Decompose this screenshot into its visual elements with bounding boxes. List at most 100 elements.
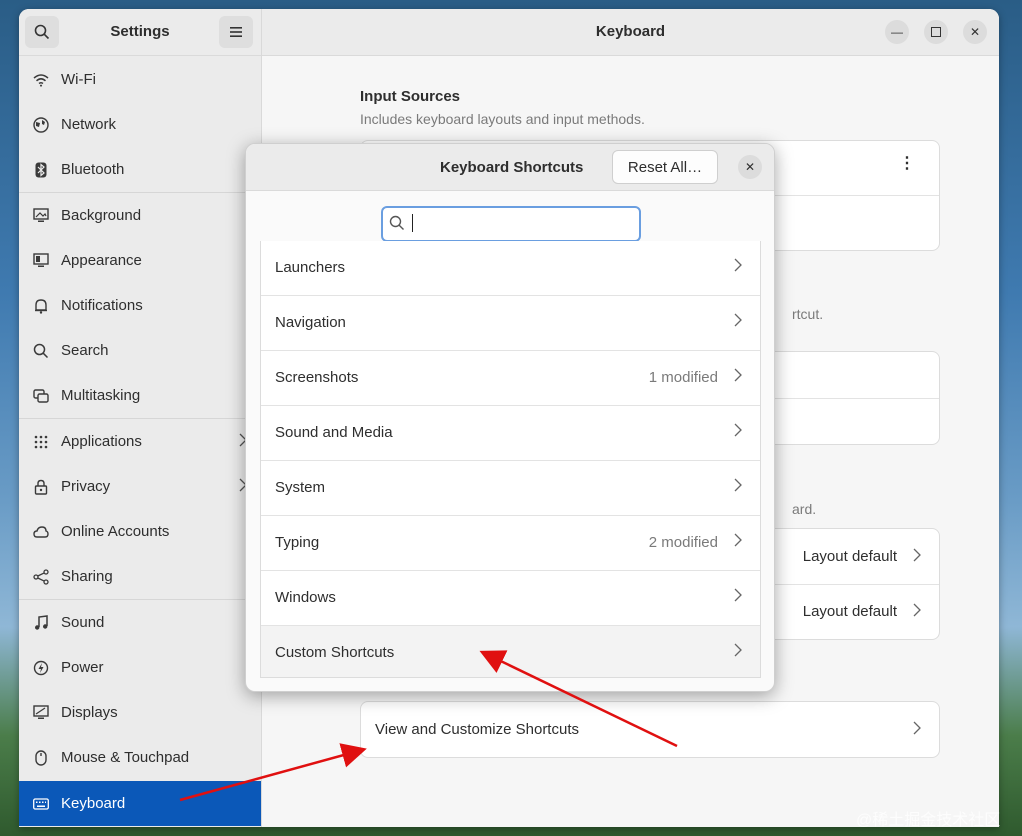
- dialog-header: Keyboard Shortcuts Reset All… ✕: [246, 144, 774, 191]
- category-label: Sound and Media: [275, 424, 393, 441]
- chevron-right-icon: [734, 588, 742, 606]
- search-icon: [32, 342, 50, 360]
- category-launchers[interactable]: Launchers: [261, 241, 760, 296]
- sidebar-item-label: Power: [61, 659, 104, 676]
- category-label: System: [275, 479, 326, 496]
- dialog-close-button[interactable]: ✕: [738, 155, 762, 179]
- sidebar-item-displays[interactable]: Displays: [19, 690, 261, 735]
- dialog-title: Keyboard Shortcuts: [440, 159, 584, 176]
- hamburger-menu-icon: [230, 27, 242, 37]
- modified-count: 1 modified: [648, 369, 718, 386]
- wifi-icon: [32, 71, 50, 89]
- sidebar-item-label: Sharing: [61, 568, 113, 585]
- music-note-icon: [32, 614, 50, 632]
- sidebar-item-sharing[interactable]: Sharing: [19, 554, 261, 599]
- lock-icon: [32, 478, 50, 496]
- minimize-button[interactable]: —: [885, 20, 909, 44]
- partial-description-2: ard.: [792, 501, 817, 517]
- sidebar-item-power[interactable]: Power: [19, 645, 261, 690]
- sidebar-item-label: Multitasking: [61, 387, 141, 404]
- power-icon: [32, 659, 50, 677]
- chevron-right-icon: [734, 643, 742, 661]
- close-icon: ✕: [744, 160, 756, 174]
- partial-description-1: rtcut.: [792, 306, 824, 322]
- category-label: Windows: [275, 589, 336, 606]
- sidebar-item-applications[interactable]: Applications: [19, 419, 261, 464]
- more-options-icon[interactable]: ⋮: [899, 156, 915, 172]
- sidebar-item-mouse-touchpad[interactable]: Mouse & Touchpad: [19, 735, 261, 780]
- text-cursor: [412, 214, 414, 232]
- grid-icon: [32, 433, 50, 451]
- chevron-right-icon: [734, 258, 742, 276]
- category-sound-and-media[interactable]: Sound and Media: [261, 406, 760, 461]
- chevron-right-icon: [913, 721, 921, 739]
- cloud-icon: [32, 523, 50, 541]
- shortcut-search-input[interactable]: [411, 212, 630, 236]
- input-sources-title: Input Sources: [360, 88, 461, 105]
- category-custom-shortcuts[interactable]: Custom Shortcuts: [261, 626, 760, 677]
- sidebar-item-network[interactable]: Network: [19, 102, 261, 147]
- sidebar-item-label: Keyboard: [61, 795, 126, 812]
- sidebar-item-appearance[interactable]: Appearance: [19, 238, 261, 283]
- view-shortcuts-row[interactable]: View and Customize Shortcuts: [360, 701, 940, 758]
- reset-all-button[interactable]: Reset All…: [612, 150, 718, 184]
- share-icon: [32, 568, 50, 586]
- sidebar-item-online-accounts[interactable]: Online Accounts: [19, 509, 261, 554]
- bluetooth-icon: [32, 161, 50, 179]
- sidebar-item-label: Network: [61, 116, 117, 133]
- maximize-icon: [931, 27, 941, 37]
- multitasking-icon: [32, 387, 50, 405]
- sidebar-item-label: Online Accounts: [61, 523, 170, 540]
- sidebar-item-label: Search: [61, 342, 109, 359]
- display-icon: [32, 704, 50, 722]
- search-icon: [389, 215, 405, 235]
- category-navigation[interactable]: Navigation: [261, 296, 760, 351]
- keyboard-icon: [32, 795, 50, 813]
- sidebar-item-multitasking[interactable]: Multitasking: [19, 373, 261, 418]
- view-shortcuts-label: View and Customize Shortcuts: [375, 721, 579, 738]
- network-icon: [32, 116, 50, 134]
- sidebar-item-keyboard[interactable]: Keyboard: [19, 781, 261, 826]
- input-sources-subtitle: Includes keyboard layouts and input meth…: [360, 111, 645, 127]
- mouse-icon: [32, 749, 50, 767]
- sidebar-item-label: Privacy: [61, 478, 111, 495]
- sidebar-item-wifi[interactable]: Wi-Fi: [19, 57, 261, 102]
- sidebar-item-label: Sound: [61, 614, 105, 631]
- maximize-button[interactable]: [924, 20, 948, 44]
- appearance-icon: [32, 252, 50, 270]
- sidebar-item-label: Applications: [61, 433, 142, 450]
- category-windows[interactable]: Windows: [261, 571, 760, 626]
- keyboard-shortcuts-dialog: Keyboard Shortcuts Reset All… ✕ Launcher…: [245, 143, 775, 692]
- chevron-right-icon: [734, 478, 742, 496]
- sidebar-item-bluetooth[interactable]: Bluetooth: [19, 147, 261, 192]
- sidebar-item-label: Wi-Fi: [61, 71, 96, 88]
- chevron-right-icon: [913, 548, 921, 566]
- sidebar-item-notifications[interactable]: Notifications: [19, 283, 261, 328]
- sidebar-item-label: Notifications: [61, 297, 143, 314]
- sidebar-item-privacy[interactable]: Privacy: [19, 464, 261, 509]
- chevron-right-icon: [734, 423, 742, 441]
- sidebar-item-background[interactable]: Background: [19, 193, 261, 238]
- bell-icon: [32, 297, 50, 315]
- category-label: Navigation: [275, 314, 346, 331]
- category-screenshots[interactable]: Screenshots 1 modified: [261, 351, 760, 406]
- shortcut-category-list: Launchers Navigation Screenshots 1 modif…: [260, 241, 761, 678]
- close-window-button[interactable]: ✕: [963, 20, 987, 44]
- menu-button[interactable]: [219, 16, 253, 48]
- category-typing[interactable]: Typing 2 modified: [261, 516, 760, 571]
- sidebar-item-label: Background: [61, 207, 142, 224]
- sidebar-item-label: Mouse & Touchpad: [61, 749, 190, 766]
- layout-default-value: Layout default: [802, 603, 897, 620]
- sidebar-item-sound[interactable]: Sound: [19, 600, 261, 645]
- category-label: Typing: [275, 534, 320, 551]
- sidebar-item-search[interactable]: Search: [19, 328, 261, 373]
- minimize-icon: —: [891, 25, 903, 39]
- shortcut-search-field[interactable]: [381, 206, 641, 242]
- main-header: Keyboard — ✕: [262, 9, 999, 56]
- category-label: Custom Shortcuts: [275, 644, 395, 661]
- close-icon: ✕: [969, 25, 981, 39]
- category-system[interactable]: System: [261, 461, 760, 516]
- sidebar: Settings Wi-Fi Network Bluetooth Backgro…: [19, 9, 262, 827]
- sidebar-item-label: Displays: [61, 704, 118, 721]
- chevron-right-icon: [734, 533, 742, 551]
